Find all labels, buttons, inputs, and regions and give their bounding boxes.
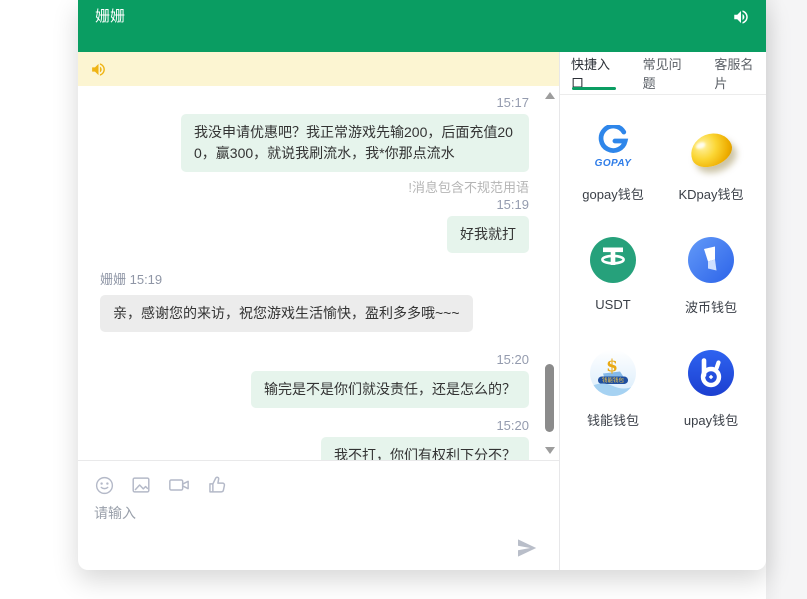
agent-name-title: 姗姗 bbox=[95, 8, 125, 26]
message-list[interactable]: 15:17 我没申请优惠吧？我正常游戏先输200，后面充值200，赢300，就说… bbox=[78, 86, 559, 460]
qianneng-icon-caption: 钱能钱包 bbox=[602, 376, 625, 384]
chat-widget: 姗姗 15:17 我没申请优惠吧？我正常游戏先输200，后面充值200，赢300… bbox=[78, 0, 766, 570]
emoji-icon[interactable] bbox=[94, 475, 115, 496]
chat-panel: 15:17 我没申请优惠吧？我正常游戏先输200，后面充值200，赢300，就说… bbox=[78, 52, 560, 570]
tab-faq[interactable]: 常见问题 bbox=[643, 52, 695, 94]
outgoing-message-bubble: 我不打，你们有权利下分不？ bbox=[321, 437, 529, 460]
scroll-down-arrow[interactable] bbox=[545, 447, 555, 454]
page-background-strip bbox=[766, 0, 807, 599]
outgoing-message-bubble: 输完是不是你们就没责任，还是怎么的？ bbox=[251, 371, 529, 408]
sound-toggle-icon[interactable] bbox=[732, 8, 750, 26]
wallet-item-usdt[interactable]: USDT bbox=[565, 228, 661, 316]
notice-bar bbox=[78, 52, 559, 86]
outgoing-message-bubble: 好我就打 bbox=[447, 216, 529, 253]
wallet-item-bobi[interactable]: 波币钱包 bbox=[663, 228, 759, 316]
composer bbox=[78, 460, 559, 570]
scroll-up-arrow[interactable] bbox=[545, 92, 555, 99]
message-row: 亲，感谢您的来访，祝您游戏生活愉快，盈利多多哦~~~ bbox=[100, 295, 529, 332]
bobi-wallet-icon bbox=[688, 228, 734, 292]
usdt-tether-icon bbox=[590, 228, 636, 292]
notice-speaker-icon bbox=[90, 61, 107, 78]
wallet-label: 波币钱包 bbox=[685, 297, 737, 316]
video-icon[interactable] bbox=[167, 474, 191, 496]
wallet-label: KDpay钱包 bbox=[678, 184, 743, 203]
message-warning: !消息包含不规范用语 bbox=[100, 177, 529, 196]
tab-quick-entry[interactable]: 快捷入口 bbox=[571, 52, 623, 94]
svg-text:$: $ bbox=[606, 357, 618, 377]
wallet-item-upay[interactable]: upay钱包 bbox=[663, 341, 759, 429]
message-timestamp: 15:20 bbox=[100, 418, 529, 433]
wallet-label: 钱能钱包 bbox=[587, 410, 639, 429]
thumbs-up-icon[interactable] bbox=[206, 474, 228, 496]
qianneng-wallet-icon: $ 钱能钱包 bbox=[590, 341, 636, 405]
upay-wallet-icon bbox=[688, 341, 734, 405]
outgoing-message-bubble: 我没申请优惠吧？我正常游戏先输200，后面充值200，赢300，就说我刷流水，我… bbox=[181, 114, 529, 172]
wallet-label: upay钱包 bbox=[684, 410, 738, 429]
scrollbar-track[interactable] bbox=[543, 86, 557, 460]
wallet-item-kdpay[interactable]: KDpay钱包 bbox=[663, 115, 759, 203]
kdpay-bean-icon bbox=[690, 115, 732, 179]
message-input[interactable] bbox=[94, 503, 524, 555]
image-icon[interactable] bbox=[130, 474, 152, 496]
message-row: 我没申请优惠吧？我正常游戏先输200，后面充值200，赢300，就说我刷流水，我… bbox=[100, 114, 529, 172]
wallet-label: USDT bbox=[595, 297, 630, 312]
composer-toolbar bbox=[94, 474, 543, 496]
incoming-message-bubble: 亲，感谢您的来访，祝您游戏生活愉快，盈利多多哦~~~ bbox=[100, 295, 473, 332]
wallet-label: gopay钱包 bbox=[582, 184, 643, 203]
side-panel: 快捷入口 常见问题 客服名片 GOPAY gopay钱包 bbox=[560, 52, 766, 570]
gopay-icon: GOPAY bbox=[593, 115, 633, 179]
message-timestamp: 15:20 bbox=[100, 352, 529, 367]
send-button[interactable] bbox=[515, 536, 539, 560]
gopay-brand-text: GOPAY bbox=[595, 158, 632, 169]
wallet-item-gopay[interactable]: GOPAY gopay钱包 bbox=[565, 115, 661, 203]
wallet-item-qianneng[interactable]: $ 钱能钱包 钱能钱包 bbox=[565, 341, 661, 429]
scrollbar-thumb[interactable] bbox=[545, 364, 554, 432]
message-timestamp: 15:17 bbox=[100, 95, 529, 110]
message-row: 好我就打 bbox=[100, 216, 529, 253]
message-timestamp: 15:19 bbox=[100, 197, 529, 212]
chat-header: 姗姗 bbox=[78, 0, 766, 52]
agent-message-label: 姗姗 15:19 bbox=[100, 269, 529, 288]
wallet-grid: GOPAY gopay钱包 KDpay钱包 bbox=[560, 95, 766, 429]
message-row: 我不打，你们有权利下分不？ bbox=[100, 437, 529, 460]
message-row: 输完是不是你们就没责任，还是怎么的？ bbox=[100, 371, 529, 408]
tab-agent-card[interactable]: 客服名片 bbox=[714, 52, 766, 94]
side-panel-tabs: 快捷入口 常见问题 客服名片 bbox=[560, 52, 766, 95]
